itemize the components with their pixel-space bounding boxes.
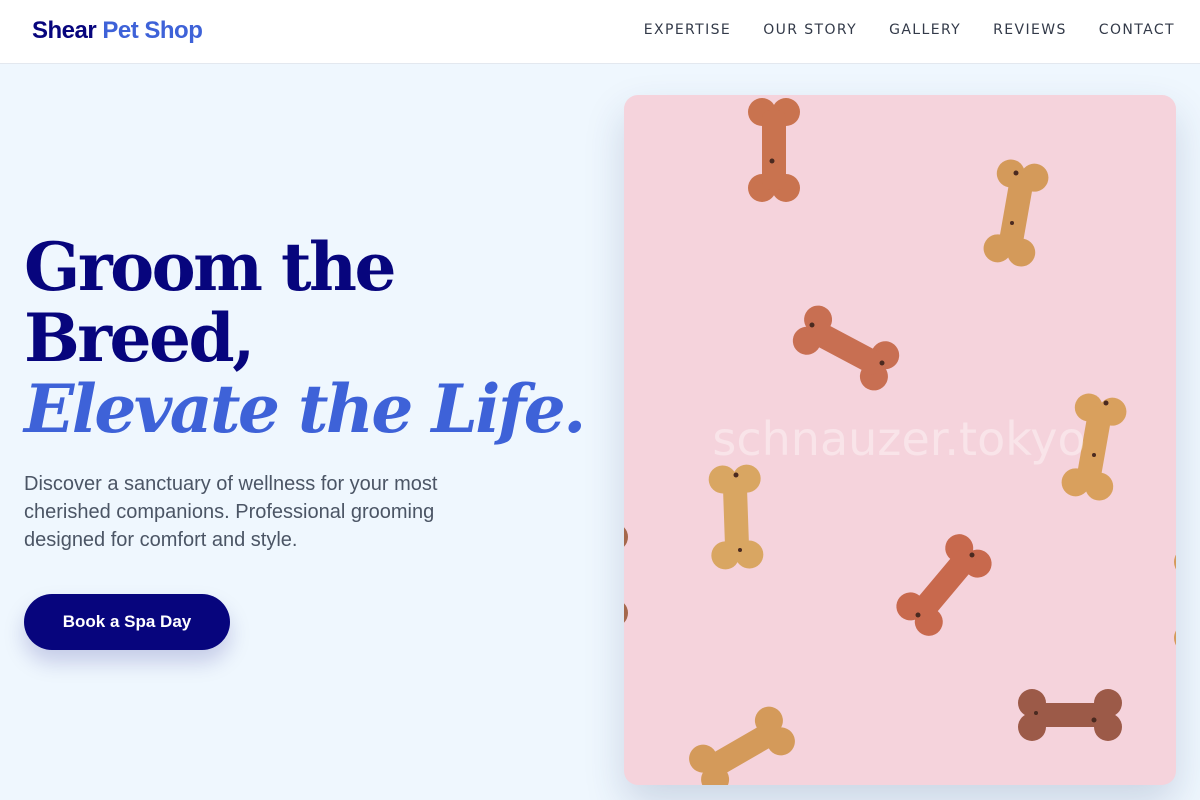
nav-link-contact[interactable]: CONTACT [1099, 22, 1175, 38]
hero-title-line1: Groom the [24, 228, 396, 306]
nav-links: EXPERTISE OUR STORY GALLERY REVIEWS CONT… [644, 22, 1175, 38]
dog-biscuits-illustration: schnauzer.tokyo [624, 98, 1176, 785]
bone-edge-left [624, 523, 628, 627]
bone-8 [683, 701, 801, 785]
dog-biscuits-photo: schnauzer.tokyo [624, 95, 1176, 785]
bone-6 [890, 528, 998, 642]
nav-link-our-story[interactable]: OUR STORY [763, 22, 857, 38]
brand-logo[interactable]: Shear Pet Shop [32, 17, 203, 45]
brand-name-part2: Pet Shop [102, 17, 203, 44]
hero-title: Groom the Breed, Elevate the Life. [24, 232, 586, 448]
hero-title-line2: Breed, [24, 299, 255, 377]
nav-link-expertise[interactable]: EXPERTISE [644, 22, 731, 38]
bone-5 [708, 464, 764, 570]
bone-3 [787, 300, 905, 396]
bone-1 [748, 98, 800, 202]
top-nav: Shear Pet Shop EXPERTISE OUR STORY GALLE… [0, 0, 1200, 64]
photo-watermark: schnauzer.tokyo [712, 412, 1085, 466]
hero-title-emphasis: Elevate the Life. [24, 370, 586, 448]
nav-link-reviews[interactable]: REVIEWS [993, 22, 1067, 38]
nav-link-gallery[interactable]: GALLERY [889, 22, 961, 38]
bone-edge-right [1174, 548, 1176, 652]
brand-name-part1: Shear [32, 17, 97, 44]
hero-description: Discover a sanctuary of wellness for you… [24, 473, 438, 551]
book-spa-day-button[interactable]: Book a Spa Day [24, 594, 230, 650]
bone-7 [1018, 689, 1122, 741]
